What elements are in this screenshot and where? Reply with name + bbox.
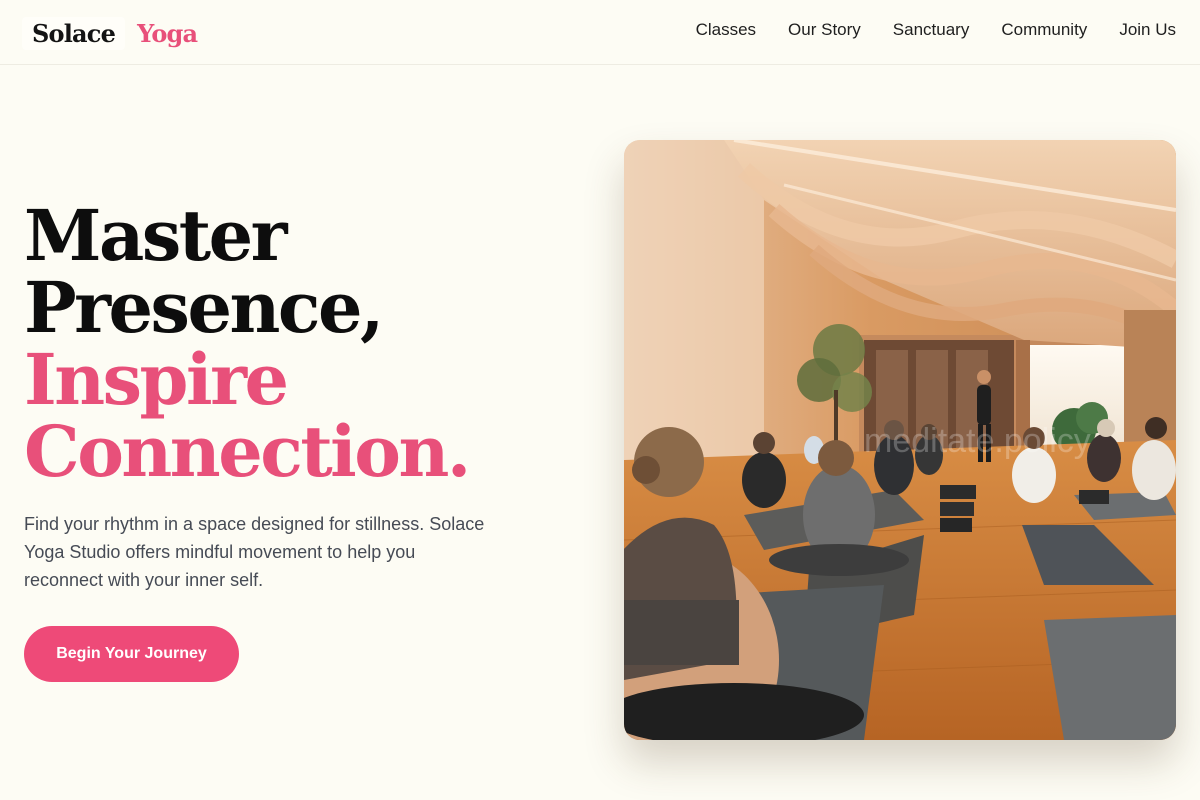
nav-link-community[interactable]: Community: [1001, 19, 1087, 41]
site-header: Solace Yoga Classes Our Story Sanctuary …: [0, 0, 1200, 65]
hero-image-yoga-class: meditate.policy: [624, 140, 1176, 740]
begin-journey-button[interactable]: Begin Your Journey: [24, 626, 239, 682]
logo[interactable]: Solace Yoga: [22, 14, 198, 52]
nav-link-our-story[interactable]: Our Story: [788, 19, 861, 41]
page: Solace Yoga Classes Our Story Sanctuary …: [0, 0, 1200, 800]
main-nav: Classes Our Story Sanctuary Community Jo…: [696, 19, 1176, 41]
yoga-studio-illustration: meditate.policy: [624, 140, 1176, 740]
hero-headline: Master Presence, Inspire Connection.: [24, 200, 584, 488]
headline-line-4: Connection.: [24, 410, 471, 493]
headline-line-1: Master: [24, 194, 288, 277]
image-watermark: meditate.policy: [864, 422, 1091, 460]
hero-subtext: Find your rhythm in a space designed for…: [24, 514, 485, 590]
headline-line-3: Inspire: [24, 338, 289, 421]
headline-line-2: Presence,: [24, 266, 384, 349]
nav-link-sanctuary[interactable]: Sanctuary: [893, 19, 970, 41]
logo-word-solace: Solace: [22, 16, 126, 50]
nav-link-classes[interactable]: Classes: [696, 19, 756, 41]
logo-word-yoga: Yoga: [137, 18, 198, 48]
nav-link-join-us[interactable]: Join Us: [1119, 19, 1176, 41]
